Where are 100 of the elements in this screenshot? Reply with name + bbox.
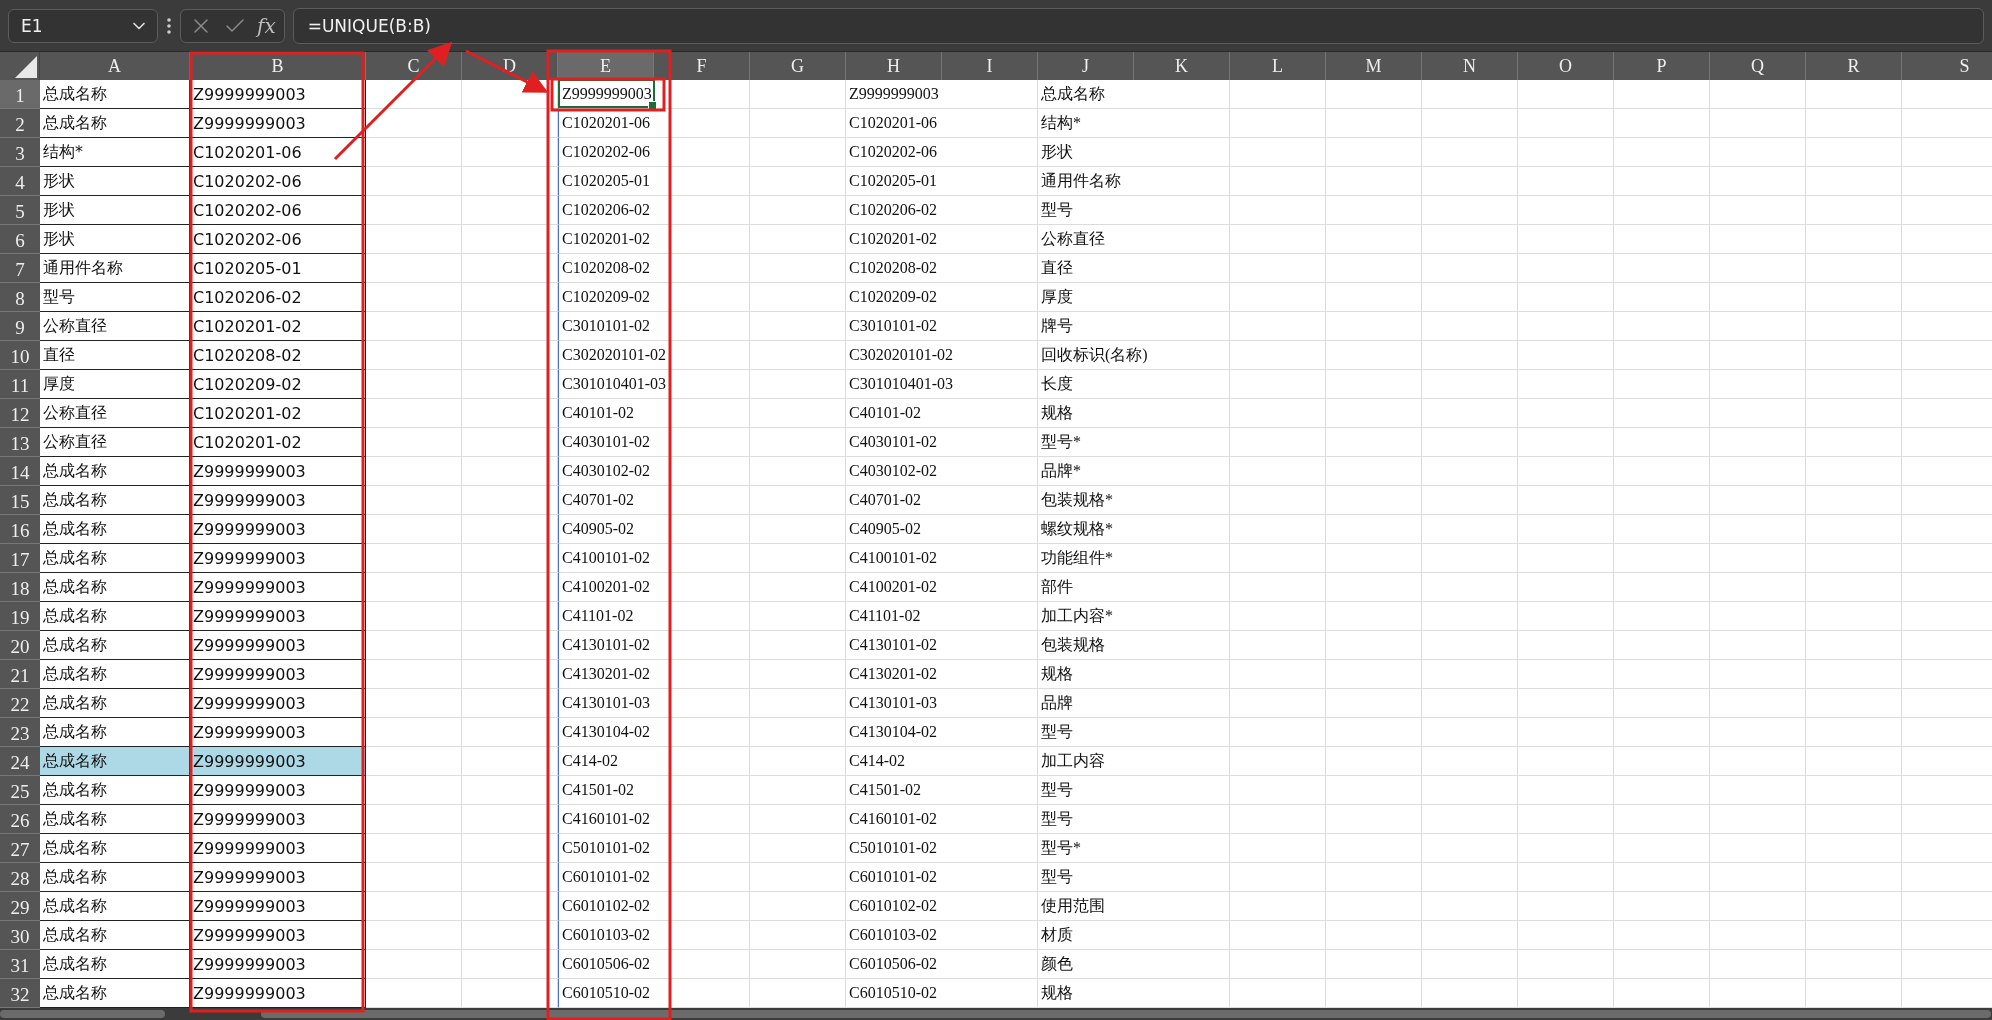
vertical-dots-icon[interactable] bbox=[166, 16, 172, 35]
table-cell: 形状 bbox=[40, 167, 190, 196]
row-header[interactable]: 18 bbox=[0, 573, 40, 602]
row-header[interactable]: 1 bbox=[0, 80, 40, 109]
table-cell: 通用件名称 bbox=[1038, 167, 1230, 196]
table-cell: C1020208-02 bbox=[190, 341, 366, 370]
row-header[interactable]: 28 bbox=[0, 863, 40, 892]
column-header[interactable]: O bbox=[1518, 52, 1614, 80]
table-cell: C6010102-02 bbox=[558, 892, 750, 921]
formula-field[interactable]: =UNIQUE(B:B) bbox=[292, 7, 1984, 44]
table-cell: Z9999999003 bbox=[190, 776, 366, 805]
column-header[interactable]: C bbox=[366, 52, 462, 80]
column-header[interactable]: P bbox=[1614, 52, 1710, 80]
row-header[interactable]: 16 bbox=[0, 515, 40, 544]
table-cell: C1020202-06 bbox=[190, 167, 366, 196]
row-header[interactable]: 14 bbox=[0, 457, 40, 486]
table-cell: C302020101-02 bbox=[558, 341, 750, 370]
table-cell: Z9999999003 bbox=[190, 747, 366, 776]
table-cell: C4030102-02 bbox=[846, 457, 1038, 486]
row-header[interactable]: 24 bbox=[0, 747, 40, 776]
table-cell: 结构* bbox=[40, 138, 190, 167]
column-header[interactable]: S bbox=[1902, 52, 1992, 80]
column-header[interactable]: A bbox=[40, 52, 190, 80]
row-header[interactable]: 10 bbox=[0, 341, 40, 370]
table-cell: C414-02 bbox=[558, 747, 750, 776]
table-cell: C6010506-02 bbox=[846, 950, 1038, 979]
column-header[interactable]: F bbox=[654, 52, 750, 80]
row-header[interactable]: 8 bbox=[0, 283, 40, 312]
table-cell: C1020205-01 bbox=[846, 167, 1038, 196]
table-cell: C4030101-02 bbox=[846, 428, 1038, 457]
row-header[interactable]: 25 bbox=[0, 776, 40, 805]
table-cell: 厚度 bbox=[1038, 283, 1230, 312]
table-cell: Z9999999003 bbox=[190, 109, 366, 138]
row-header[interactable]: 17 bbox=[0, 544, 40, 573]
row-header[interactable]: 3 bbox=[0, 138, 40, 167]
table-cell: 长度 bbox=[1038, 370, 1230, 399]
row-header[interactable]: 31 bbox=[0, 950, 40, 979]
row-header[interactable]: 13 bbox=[0, 428, 40, 457]
row-header[interactable]: 12 bbox=[0, 399, 40, 428]
column-header[interactable]: Q bbox=[1710, 52, 1806, 80]
table-cell: C6010101-02 bbox=[846, 863, 1038, 892]
table-cell: 总成名称 bbox=[40, 660, 190, 689]
table-cell: Z9999999003 bbox=[190, 892, 366, 921]
table-cell: C4160101-02 bbox=[558, 805, 750, 834]
table-cell: C4130201-02 bbox=[558, 660, 750, 689]
row-header[interactable]: 26 bbox=[0, 805, 40, 834]
table-cell: C1020209-02 bbox=[558, 283, 750, 312]
row-header[interactable]: 4 bbox=[0, 167, 40, 196]
table-cell: 公称直径 bbox=[40, 399, 190, 428]
table-cell: 回收标识(名称) bbox=[1038, 341, 1230, 370]
table-cell: 总成名称 bbox=[40, 573, 190, 602]
table-cell: 型号* bbox=[1038, 834, 1230, 863]
table-cell: C5010101-02 bbox=[846, 834, 1038, 863]
table-cell: C1020201-06 bbox=[190, 138, 366, 167]
row-header[interactable]: 7 bbox=[0, 254, 40, 283]
fill-handle[interactable] bbox=[648, 101, 657, 110]
row-header[interactable]: 19 bbox=[0, 602, 40, 631]
column-header[interactable]: L bbox=[1230, 52, 1326, 80]
row-header[interactable]: 30 bbox=[0, 921, 40, 950]
table-cell: C6010103-02 bbox=[846, 921, 1038, 950]
row-header[interactable]: 11 bbox=[0, 370, 40, 399]
column-header[interactable]: R bbox=[1806, 52, 1902, 80]
column-header[interactable]: I bbox=[942, 52, 1038, 80]
row-header[interactable]: 9 bbox=[0, 312, 40, 341]
column-header[interactable]: J bbox=[1038, 52, 1134, 80]
row-header[interactable]: 21 bbox=[0, 660, 40, 689]
row-header[interactable]: 29 bbox=[0, 892, 40, 921]
table-cell: C1020201-02 bbox=[190, 399, 366, 428]
table-cell: 总成名称 bbox=[40, 631, 190, 660]
column-header[interactable]: M bbox=[1326, 52, 1422, 80]
table-cell: C4030102-02 bbox=[558, 457, 750, 486]
table-cell: C1020202-06 bbox=[190, 225, 366, 254]
row-header[interactable]: 23 bbox=[0, 718, 40, 747]
table-cell: Z9999999003 bbox=[190, 660, 366, 689]
row-header[interactable]: 15 bbox=[0, 486, 40, 515]
table-cell: C6010103-02 bbox=[558, 921, 750, 950]
table-cell: 总成名称 bbox=[40, 486, 190, 515]
table-cell: C1020201-02 bbox=[558, 225, 750, 254]
row-header[interactable]: 27 bbox=[0, 834, 40, 863]
table-cell: 总成名称 bbox=[40, 776, 190, 805]
row-header[interactable]: 5 bbox=[0, 196, 40, 225]
table-cell: 公称直径 bbox=[1038, 225, 1230, 254]
row-header[interactable]: 6 bbox=[0, 225, 40, 254]
select-all-corner[interactable] bbox=[0, 52, 40, 80]
table-cell: 总成名称 bbox=[1038, 80, 1230, 109]
table-cell: C1020201-02 bbox=[846, 225, 1038, 254]
table-cell: C40101-02 bbox=[558, 399, 750, 428]
column-header[interactable]: G bbox=[750, 52, 846, 80]
column-header[interactable]: K bbox=[1134, 52, 1230, 80]
row-header[interactable]: 20 bbox=[0, 631, 40, 660]
name-box[interactable]: E1 bbox=[8, 8, 158, 43]
row-header[interactable]: 32 bbox=[0, 979, 40, 1008]
table-cell: 总成名称 bbox=[40, 602, 190, 631]
table-cell: 总成名称 bbox=[40, 689, 190, 718]
insert-function-button[interactable]: fx bbox=[257, 13, 276, 38]
table-cell: 部件 bbox=[1038, 573, 1230, 602]
row-header[interactable]: 2 bbox=[0, 109, 40, 138]
row-header[interactable]: 22 bbox=[0, 689, 40, 718]
column-header[interactable]: N bbox=[1422, 52, 1518, 80]
column-header[interactable]: H bbox=[846, 52, 942, 80]
